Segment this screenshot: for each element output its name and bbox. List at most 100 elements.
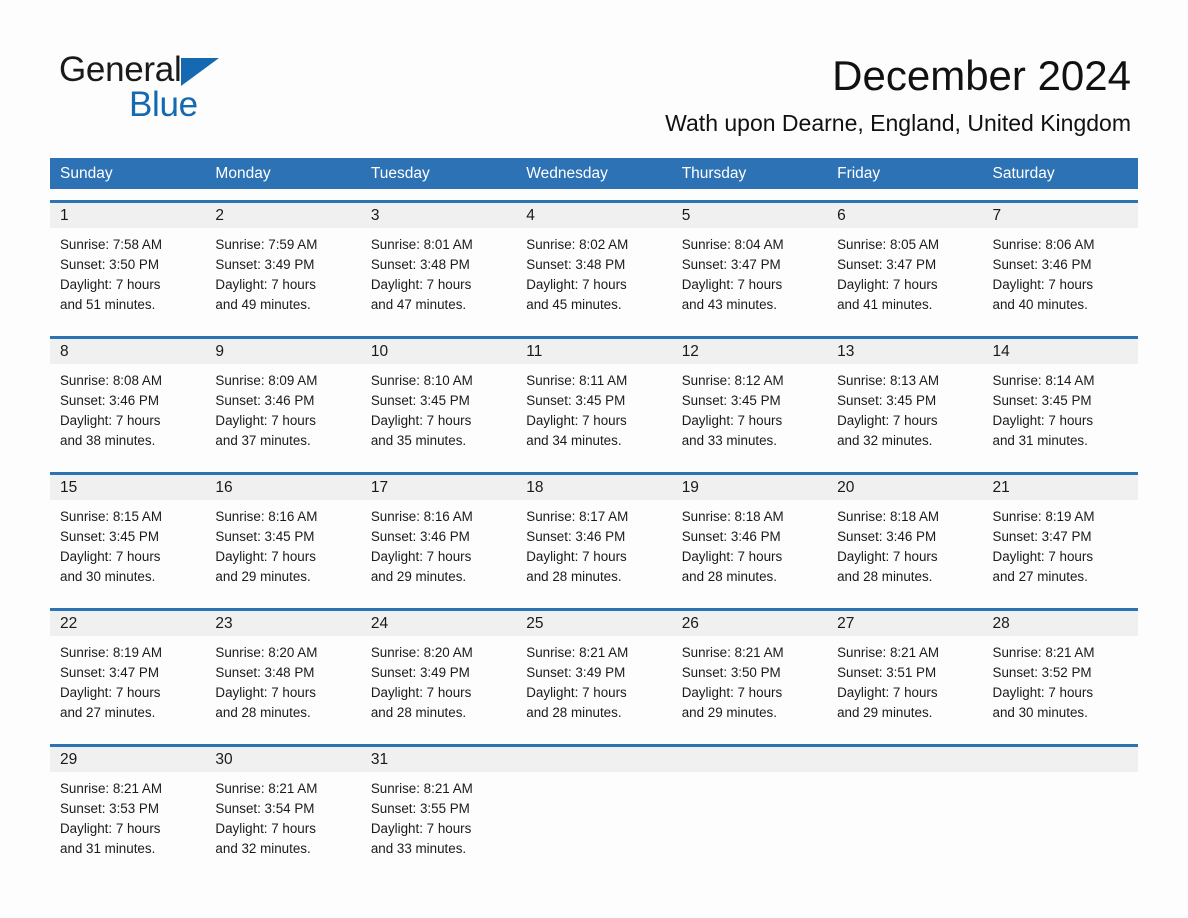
daylight-text-line1: Daylight: 7 hours xyxy=(370,549,472,564)
day-cell[interactable]: 11 Sunrise: 8:11 AM Sunset: 3:45 PM Dayl… xyxy=(516,339,672,461)
daylight-text-line1: Daylight: 7 hours xyxy=(837,685,938,700)
sunset-text: Sunset: 3:48 PM xyxy=(370,257,470,272)
day-cell[interactable]: 27 Sunrise: 8:21 AM Sunset: 3:51 PM Dayl… xyxy=(827,611,983,733)
daylight-text-line1: Daylight: 7 hours xyxy=(992,685,1094,700)
day-cell[interactable]: 6 Sunrise: 8:05 AM Sunset: 3:47 PM Dayli… xyxy=(827,203,983,325)
day-cell[interactable]: 19 Sunrise: 8:18 AM Sunset: 3:46 PM Dayl… xyxy=(671,475,828,597)
daylight-text-line2: and 49 minutes. xyxy=(215,297,311,312)
daylight-text-line1: Daylight: 7 hours xyxy=(526,277,627,292)
day-cell[interactable]: 7 Sunrise: 8:06 AM Sunset: 3:46 PM Dayli… xyxy=(982,203,1138,325)
day-cell[interactable]: 22 Sunrise: 8:19 AM Sunset: 3:47 PM Dayl… xyxy=(50,611,206,733)
weekday-header-sunday: Sunday xyxy=(60,165,113,182)
day-cell[interactable]: 1 Sunrise: 7:58 AM Sunset: 3:50 PM Dayli… xyxy=(50,203,206,325)
page-subtitle: Wath upon Dearne, England, United Kingdo… xyxy=(665,110,1131,136)
daylight-text-line2: and 28 minutes. xyxy=(681,569,777,584)
day-number xyxy=(671,747,828,772)
daylight-text-line2: and 32 minutes. xyxy=(837,433,933,448)
day-cell[interactable]: 5 Sunrise: 8:04 AM Sunset: 3:47 PM Dayli… xyxy=(671,203,828,325)
sunset-text: Sunset: 3:45 PM xyxy=(681,393,781,408)
daylight-text-line1: Daylight: 7 hours xyxy=(526,685,627,700)
sunset-text: Sunset: 3:45 PM xyxy=(60,529,159,544)
day-cell[interactable]: 26 Sunrise: 8:21 AM Sunset: 3:50 PM Dayl… xyxy=(671,611,828,733)
daylight-text-line2: and 31 minutes. xyxy=(60,841,156,856)
day-cell[interactable]: 9 Sunrise: 8:09 AM Sunset: 3:46 PM Dayli… xyxy=(205,339,361,461)
daylight-text-line1: Daylight: 7 hours xyxy=(681,685,783,700)
week-row: 22 Sunrise: 8:19 AM Sunset: 3:47 PM Dayl… xyxy=(50,608,1138,733)
day-number: 16 xyxy=(205,475,361,500)
sunrise-text: Sunrise: 7:59 AM xyxy=(215,237,318,252)
day-cell[interactable]: 17 Sunrise: 8:16 AM Sunset: 3:46 PM Dayl… xyxy=(360,475,517,597)
day-details: Sunrise: 8:21 AM Sunset: 3:54 PM Dayligh… xyxy=(205,772,360,859)
sunset-text: Sunset: 3:46 PM xyxy=(215,393,315,408)
day-details: Sunrise: 8:11 AM Sunset: 3:45 PM Dayligh… xyxy=(516,364,671,451)
daylight-text-line1: Daylight: 7 hours xyxy=(215,413,316,428)
day-details: Sunrise: 8:02 AM Sunset: 3:48 PM Dayligh… xyxy=(516,228,671,315)
logo-text-general: General xyxy=(59,50,182,89)
day-details: Sunrise: 8:21 AM Sunset: 3:53 PM Dayligh… xyxy=(50,772,205,859)
day-details: Sunrise: 8:08 AM Sunset: 3:46 PM Dayligh… xyxy=(50,364,205,451)
day-cell[interactable]: 4 Sunrise: 8:02 AM Sunset: 3:48 PM Dayli… xyxy=(516,203,672,325)
sunset-text: Sunset: 3:46 PM xyxy=(60,393,159,408)
day-cell[interactable]: 31 Sunrise: 8:21 AM Sunset: 3:55 PM Dayl… xyxy=(360,747,517,869)
sunset-text: Sunset: 3:46 PM xyxy=(526,529,626,544)
day-cell[interactable]: 14 Sunrise: 8:14 AM Sunset: 3:45 PM Dayl… xyxy=(982,339,1138,461)
day-number: 25 xyxy=(516,611,672,636)
day-number: 5 xyxy=(671,203,828,228)
day-cell[interactable]: 13 Sunrise: 8:13 AM Sunset: 3:45 PM Dayl… xyxy=(827,339,983,461)
day-cell[interactable]: 25 Sunrise: 8:21 AM Sunset: 3:49 PM Dayl… xyxy=(516,611,672,733)
daylight-text-line2: and 27 minutes. xyxy=(60,705,156,720)
daylight-text-line1: Daylight: 7 hours xyxy=(837,277,938,292)
week-row: 29 Sunrise: 8:21 AM Sunset: 3:53 PM Dayl… xyxy=(50,744,1138,869)
daylight-text-line2: and 34 minutes. xyxy=(526,433,622,448)
day-cell[interactable]: 3 Sunrise: 8:01 AM Sunset: 3:48 PM Dayli… xyxy=(360,203,517,325)
daylight-text-line1: Daylight: 7 hours xyxy=(681,277,783,292)
day-number: 10 xyxy=(360,339,517,364)
sunrise-text: Sunrise: 8:16 AM xyxy=(215,509,318,524)
day-number: 3 xyxy=(360,203,517,228)
page-header: General Blue December 2024 Wath upon Dea… xyxy=(0,0,1188,148)
day-details: Sunrise: 8:20 AM Sunset: 3:49 PM Dayligh… xyxy=(361,636,516,723)
day-cell[interactable]: 10 Sunrise: 8:10 AM Sunset: 3:45 PM Dayl… xyxy=(360,339,517,461)
day-cell[interactable]: 18 Sunrise: 8:17 AM Sunset: 3:46 PM Dayl… xyxy=(516,475,672,597)
day-details: Sunrise: 8:19 AM Sunset: 3:47 PM Dayligh… xyxy=(983,500,1138,587)
daylight-text-line2: and 30 minutes. xyxy=(992,705,1088,720)
day-cell[interactable]: 23 Sunrise: 8:20 AM Sunset: 3:48 PM Dayl… xyxy=(205,611,361,733)
day-details: Sunrise: 8:21 AM Sunset: 3:52 PM Dayligh… xyxy=(983,636,1138,723)
day-number: 17 xyxy=(360,475,517,500)
day-cell[interactable]: 8 Sunrise: 8:08 AM Sunset: 3:46 PM Dayli… xyxy=(50,339,206,461)
day-cell[interactable]: 29 Sunrise: 8:21 AM Sunset: 3:53 PM Dayl… xyxy=(50,747,206,869)
sunrise-text: Sunrise: 8:04 AM xyxy=(681,237,784,252)
daylight-text-line2: and 33 minutes. xyxy=(370,841,467,856)
day-cell[interactable]: 2 Sunrise: 7:59 AM Sunset: 3:49 PM Dayli… xyxy=(205,203,361,325)
day-cell[interactable]: 16 Sunrise: 8:16 AM Sunset: 3:45 PM Dayl… xyxy=(205,475,361,597)
sunrise-text: Sunrise: 8:14 AM xyxy=(992,373,1095,388)
daylight-text-line2: and 40 minutes. xyxy=(992,297,1088,312)
daylight-text-line2: and 29 minutes. xyxy=(215,569,311,584)
daylight-text-line2: and 28 minutes. xyxy=(526,569,622,584)
daylight-text-line2: and 28 minutes. xyxy=(837,569,933,584)
day-cell[interactable]: 24 Sunrise: 8:20 AM Sunset: 3:49 PM Dayl… xyxy=(360,611,517,733)
calendar-page: General Blue December 2024 Wath upon Dea… xyxy=(0,0,1188,918)
day-cell[interactable]: 28 Sunrise: 8:21 AM Sunset: 3:52 PM Dayl… xyxy=(982,611,1138,733)
day-number: 6 xyxy=(827,203,983,228)
daylight-text-line1: Daylight: 7 hours xyxy=(215,277,316,292)
daylight-text-line1: Daylight: 7 hours xyxy=(60,821,161,836)
triangle-icon xyxy=(181,58,220,86)
general-blue-logo[interactable]: General Blue xyxy=(59,52,319,128)
day-details: Sunrise: 8:15 AM Sunset: 3:45 PM Dayligh… xyxy=(50,500,205,587)
day-cell[interactable]: 30 Sunrise: 8:21 AM Sunset: 3:54 PM Dayl… xyxy=(205,747,361,869)
day-number: 14 xyxy=(982,339,1138,364)
day-number: 8 xyxy=(50,339,206,364)
sunset-text: Sunset: 3:45 PM xyxy=(526,393,626,408)
day-cell[interactable]: 15 Sunrise: 8:15 AM Sunset: 3:45 PM Dayl… xyxy=(50,475,206,597)
sunset-text: Sunset: 3:50 PM xyxy=(681,665,781,680)
day-cell[interactable]: 21 Sunrise: 8:19 AM Sunset: 3:47 PM Dayl… xyxy=(982,475,1138,597)
sunset-text: Sunset: 3:45 PM xyxy=(992,393,1092,408)
day-cell[interactable]: 12 Sunrise: 8:12 AM Sunset: 3:45 PM Dayl… xyxy=(671,339,828,461)
day-cell[interactable]: 20 Sunrise: 8:18 AM Sunset: 3:46 PM Dayl… xyxy=(827,475,983,597)
sunset-text: Sunset: 3:47 PM xyxy=(60,665,159,680)
weekday-header-row: Sunday Monday Tuesday Wednesday Thursday… xyxy=(50,158,1138,189)
day-details: Sunrise: 8:13 AM Sunset: 3:45 PM Dayligh… xyxy=(827,364,982,451)
logo-bottom-row: Blue xyxy=(59,86,319,124)
day-cell-empty xyxy=(982,747,1138,869)
